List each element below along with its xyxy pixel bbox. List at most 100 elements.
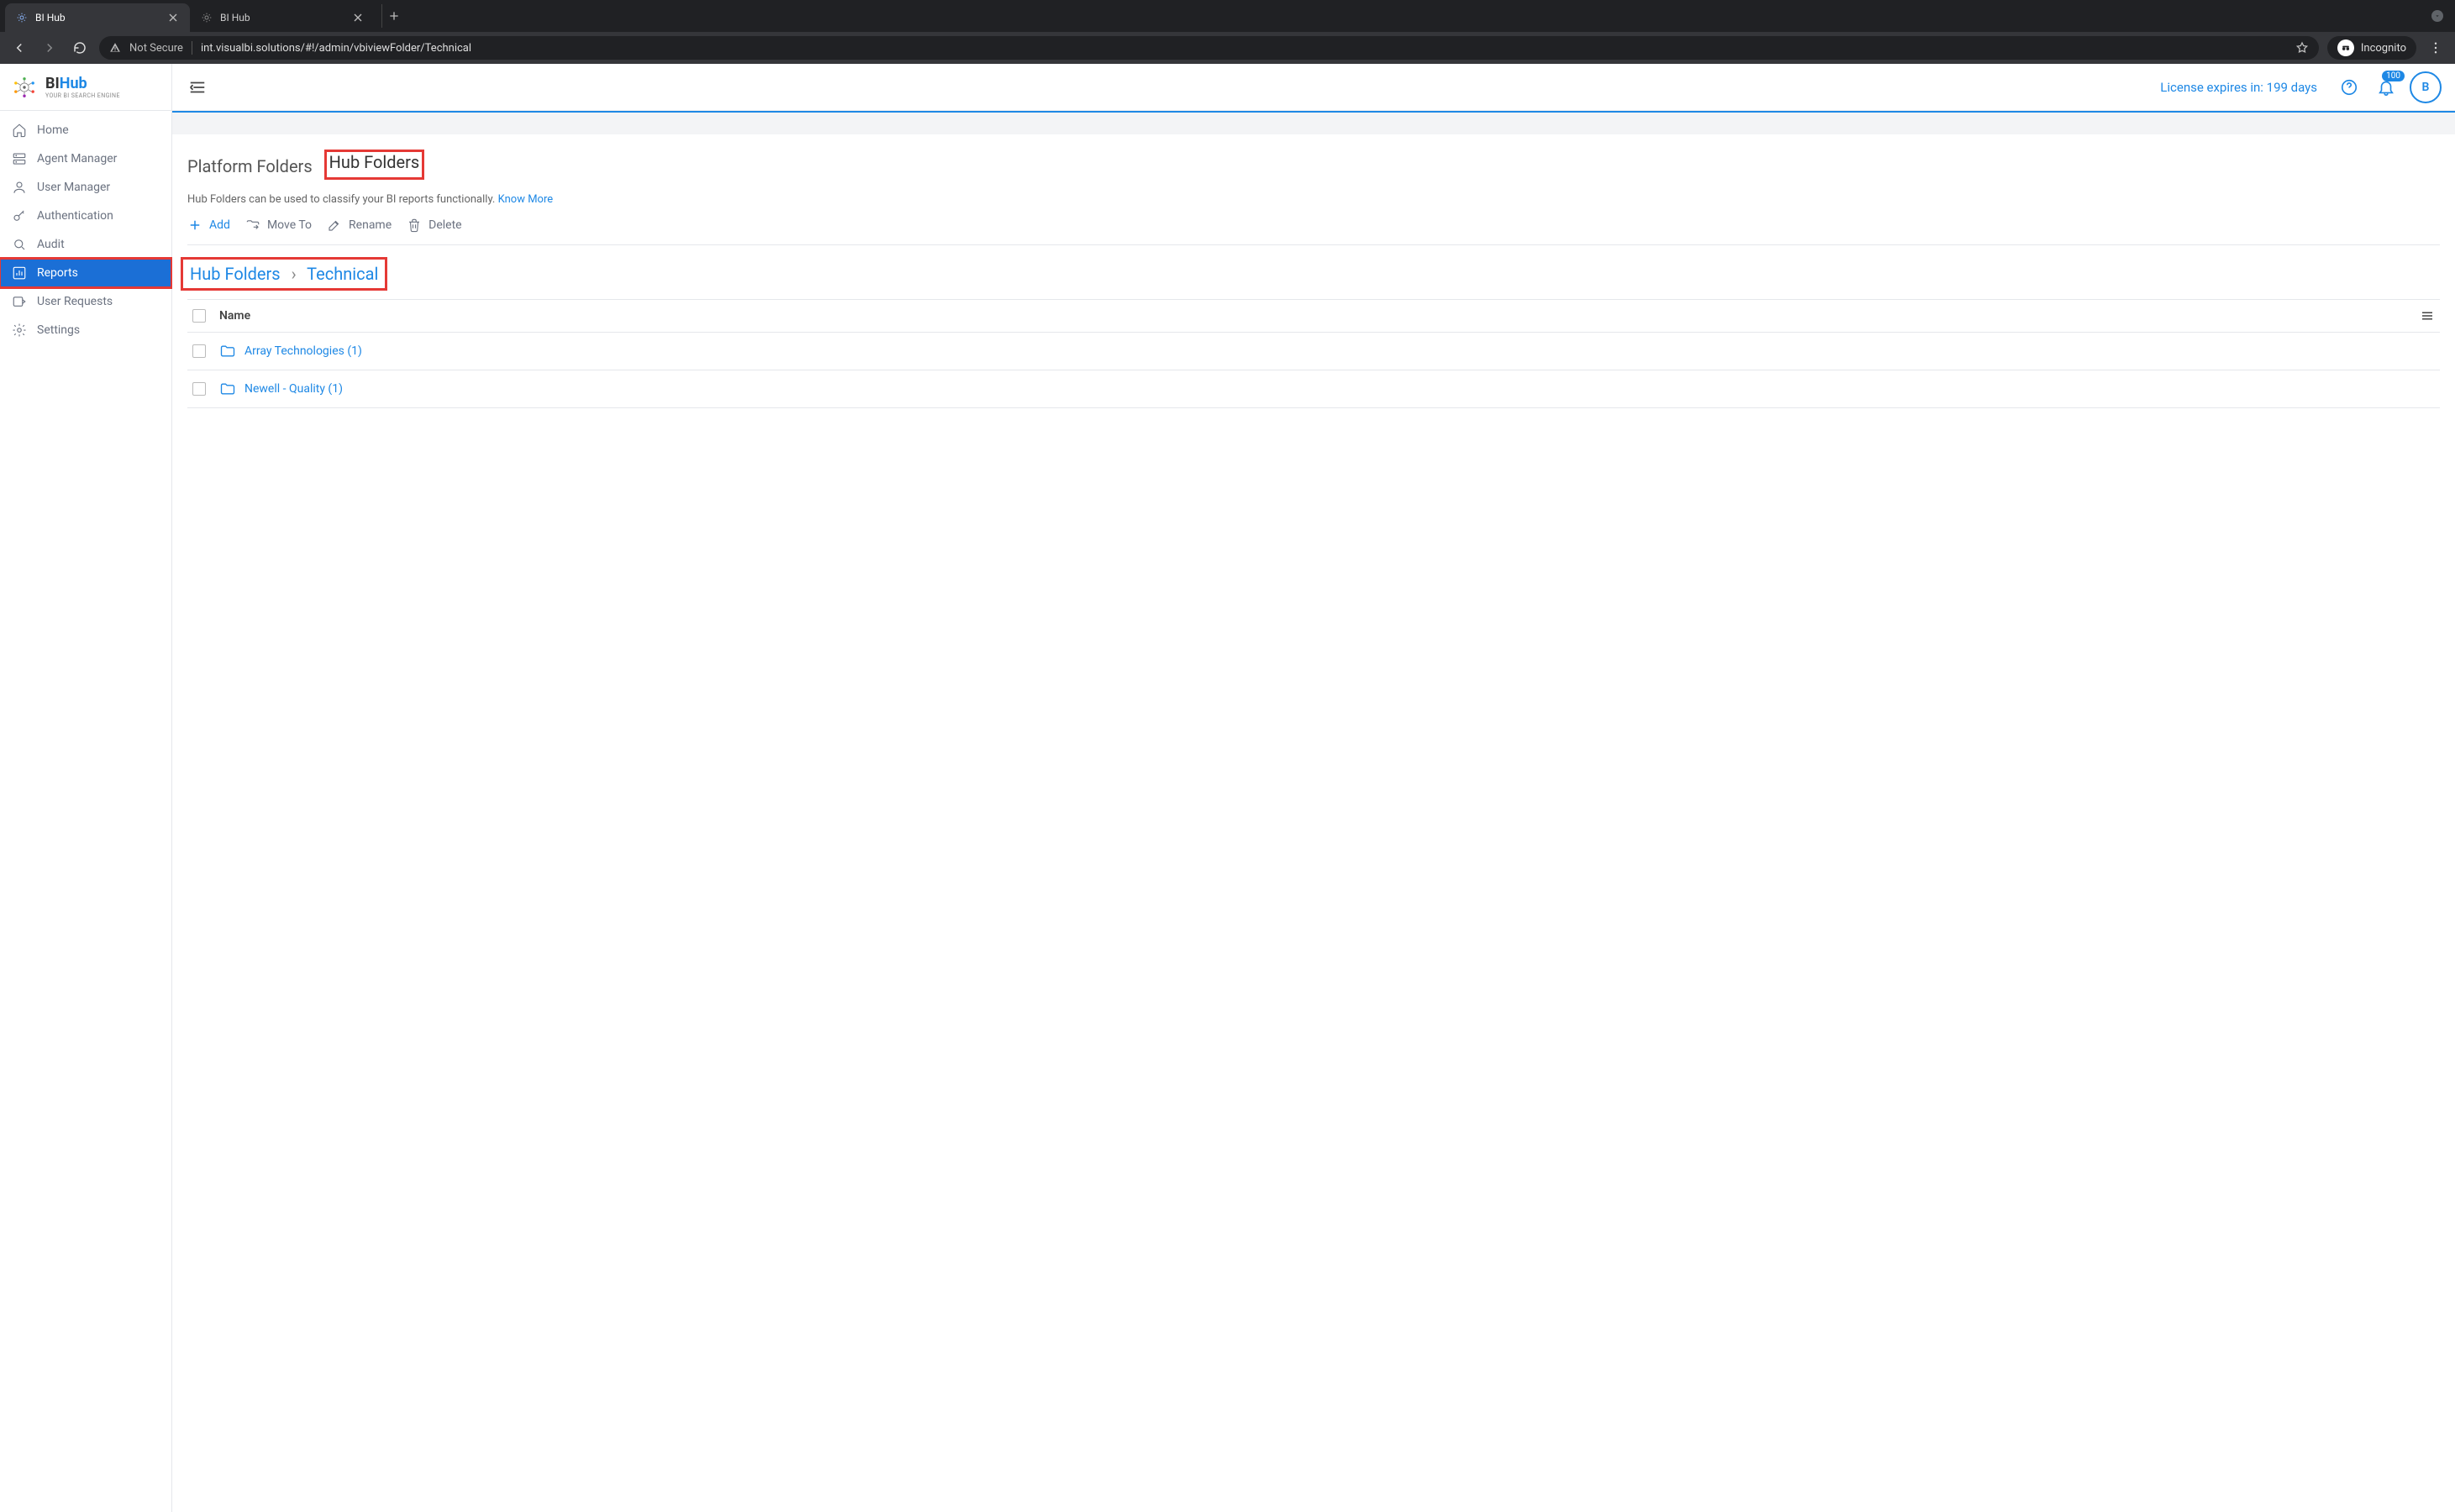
topbar: License expires in: 199 days 100 B	[172, 64, 2455, 111]
sidebar-item-label: User Manager	[37, 181, 110, 194]
browser-tab-active[interactable]: BI Hub	[5, 3, 190, 32]
folder-icon	[219, 343, 236, 360]
menu-toggle-button[interactable]	[186, 76, 209, 99]
close-icon[interactable]	[166, 11, 180, 24]
plus-icon	[187, 218, 202, 233]
star-icon[interactable]	[2295, 41, 2309, 55]
column-name[interactable]: Name	[219, 309, 2420, 323]
tab-hub-folders[interactable]: Hub Folders	[329, 152, 420, 176]
browser-chrome: BI Hub BI Hub	[0, 0, 2455, 64]
toolbar: Add Move To Rename Delete	[187, 218, 2440, 245]
toolbar-label: Delete	[428, 218, 461, 232]
page-strip	[172, 111, 2455, 134]
breadcrumb-root[interactable]: Hub Folders	[190, 264, 281, 284]
tab-title: BI Hub	[220, 12, 344, 24]
license-label: License expires in: 199 days	[2160, 80, 2317, 95]
sidebar-item-authentication[interactable]: Authentication	[0, 202, 171, 230]
favicon-icon	[15, 11, 29, 24]
help-button[interactable]	[2336, 74, 2363, 101]
browser-menu-icon[interactable]	[2425, 37, 2447, 59]
nav-list: Home Agent Manager User Manager Authenti…	[0, 111, 171, 344]
notifications-button[interactable]: 100	[2373, 74, 2400, 101]
tabs-dropdown-icon[interactable]	[2431, 10, 2443, 22]
tab-strip: BI Hub BI Hub	[0, 0, 2455, 32]
toolbar-label: Move To	[267, 218, 312, 232]
sidebar-item-reports[interactable]: Reports	[0, 259, 171, 287]
sidebar-item-label: Home	[37, 123, 69, 137]
folder-link[interactable]: Array Technologies (1)	[244, 344, 362, 358]
warning-icon	[109, 42, 121, 54]
select-all-checkbox[interactable]	[192, 309, 206, 323]
sidebar-item-label: User Requests	[37, 295, 113, 308]
table-header: Name	[187, 299, 2440, 333]
toolbar-label: Add	[209, 218, 230, 232]
sidebar: BIHub YOUR BI SEARCH ENGINE Home Agent M…	[0, 64, 172, 1512]
tab-platform-folders[interactable]: Platform Folders	[187, 156, 313, 180]
app: BIHub YOUR BI SEARCH ENGINE Home Agent M…	[0, 64, 2455, 1512]
know-more-link[interactable]: Know More	[498, 193, 554, 206]
forward-button[interactable]	[39, 37, 60, 59]
close-icon[interactable]	[351, 11, 365, 24]
add-button[interactable]: Add	[187, 218, 230, 233]
folder-icon	[219, 381, 236, 397]
sidebar-item-settings[interactable]: Settings	[0, 316, 171, 344]
subtitle: Hub Folders can be used to classify your…	[187, 193, 2440, 206]
row-checkbox[interactable]	[192, 344, 206, 358]
content: Platform Folders Hub Folders Hub Folders…	[172, 134, 2455, 423]
chart-icon	[12, 265, 27, 281]
trash-icon	[407, 218, 422, 233]
sidebar-item-label: Reports	[37, 266, 78, 280]
inbox-icon	[12, 294, 27, 309]
new-tab-button[interactable]	[381, 4, 405, 28]
reload-button[interactable]	[69, 37, 91, 59]
url-field[interactable]: Not Secure int.visualbi.solutions/#!/adm…	[99, 36, 2319, 60]
table-menu-icon[interactable]	[2420, 308, 2435, 323]
toolbar-label: Rename	[349, 218, 392, 232]
server-icon	[12, 151, 27, 166]
incognito-badge: Incognito	[2327, 36, 2416, 60]
favicon-icon	[200, 11, 213, 24]
url-text: int.visualbi.solutions/#!/admin/vbiviewF…	[201, 42, 471, 55]
sidebar-item-user-requests[interactable]: User Requests	[0, 287, 171, 316]
table-row: Newell - Quality (1)	[187, 370, 2440, 408]
sidebar-item-label: Agent Manager	[37, 152, 117, 165]
notif-badge: 100	[2382, 71, 2405, 81]
address-bar: Not Secure int.visualbi.solutions/#!/adm…	[0, 32, 2455, 64]
main: License expires in: 199 days 100 B Platf…	[172, 64, 2455, 1512]
incognito-label: Incognito	[2361, 42, 2406, 55]
subtitle-text: Hub Folders can be used to classify your…	[187, 193, 498, 206]
folder-link[interactable]: Newell - Quality (1)	[244, 382, 343, 396]
gear-icon	[12, 323, 27, 338]
logo-icon	[10, 73, 39, 102]
sidebar-item-label: Authentication	[37, 209, 113, 223]
chevron-right-icon: ›	[292, 264, 297, 284]
avatar[interactable]: B	[2410, 71, 2442, 103]
incognito-icon	[2337, 39, 2354, 56]
page-tabs: Platform Folders Hub Folders	[187, 134, 2440, 180]
sidebar-item-label: Settings	[37, 323, 80, 337]
tab-title: BI Hub	[35, 12, 160, 24]
breadcrumb-current[interactable]: Technical	[307, 264, 378, 284]
rename-button[interactable]: Rename	[327, 218, 392, 233]
sidebar-item-agent-manager[interactable]: Agent Manager	[0, 144, 171, 173]
highlight-box: Hub Folders	[324, 150, 425, 180]
sidebar-item-audit[interactable]: Audit	[0, 230, 171, 259]
edit-icon	[327, 218, 342, 233]
browser-tab[interactable]: BI Hub	[190, 3, 375, 32]
highlight-box: Hub Folders › Technical	[181, 257, 387, 291]
moveto-button[interactable]: Move To	[245, 218, 312, 233]
delete-button[interactable]: Delete	[407, 218, 461, 233]
user-icon	[12, 180, 27, 195]
back-button[interactable]	[8, 37, 30, 59]
home-icon	[12, 123, 27, 138]
logo-text: BIHub	[45, 75, 120, 92]
sidebar-item-home[interactable]: Home	[0, 116, 171, 144]
search-icon	[12, 237, 27, 252]
sidebar-item-label: Audit	[37, 238, 65, 251]
logo-tagline: YOUR BI SEARCH ENGINE	[45, 92, 120, 99]
sidebar-item-user-manager[interactable]: User Manager	[0, 173, 171, 202]
row-checkbox[interactable]	[192, 382, 206, 396]
breadcrumb: Hub Folders › Technical	[190, 264, 378, 284]
logo[interactable]: BIHub YOUR BI SEARCH ENGINE	[0, 64, 171, 111]
moveto-icon	[245, 218, 260, 233]
